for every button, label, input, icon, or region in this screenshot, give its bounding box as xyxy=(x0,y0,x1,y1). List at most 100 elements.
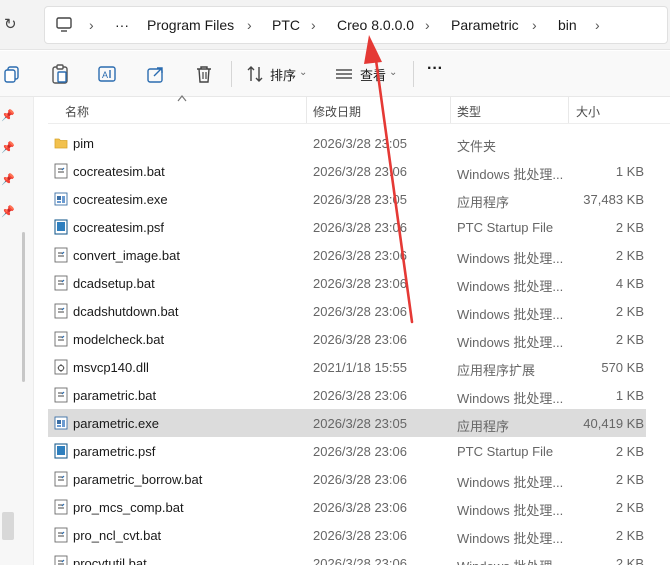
column-header: 名称 修改日期 类型 大小 xyxy=(48,95,670,124)
chevron-right-icon[interactable]: › xyxy=(311,7,316,43)
share-icon[interactable] xyxy=(145,63,167,85)
file-row[interactable]: procvtutil.bat 2026/3/28 23:06 Windows 批处理… xyxy=(48,549,646,565)
pin-icon[interactable]: 📌 xyxy=(1,141,15,154)
file-type: 文件夹 xyxy=(457,139,497,154)
column-divider[interactable] xyxy=(306,97,307,123)
column-size[interactable]: 大小 xyxy=(576,103,600,120)
file-size: 4 KB xyxy=(615,276,644,291)
bat-file-icon xyxy=(54,303,68,319)
file-type: Windows 批处理... xyxy=(457,335,564,350)
file-row[interactable]: dcadshutdown.bat 2026/3/28 23:06 Windows 批… xyxy=(48,297,646,325)
breadcrumb-program-files[interactable]: Program Files xyxy=(147,7,234,43)
file-list: pim 2026/3/28 23:05 文件夹 cocreatesim.bat 2026… xyxy=(48,129,646,565)
file-name: modelcheck.bat xyxy=(73,332,165,347)
nav-scroll-thumb[interactable] xyxy=(2,512,14,540)
file-type: 应用程序 xyxy=(457,195,510,210)
file-size: 40,419 KB xyxy=(583,416,644,431)
column-date[interactable]: 修改日期 xyxy=(313,103,361,120)
file-size: 570 KB xyxy=(601,360,644,375)
column-divider[interactable] xyxy=(568,97,569,123)
file-name: procvtutil.bat xyxy=(73,556,147,565)
computer-icon[interactable] xyxy=(55,16,73,34)
file-row[interactable]: modelcheck.bat 2026/3/28 23:06 Windows 批处理… xyxy=(48,325,646,353)
file-name: pim xyxy=(73,136,94,151)
file-row[interactable]: parametric.psf 2026/3/28 23:06 PTC Startup… xyxy=(48,437,646,465)
bat-file-icon xyxy=(54,527,68,543)
file-row[interactable]: pro_mcs_comp.bat 2026/3/28 23:06 Windows 批… xyxy=(48,493,646,521)
file-row[interactable]: convert_image.bat 2026/3/28 23:06 Windows … xyxy=(48,241,646,269)
paste-icon[interactable] xyxy=(49,63,71,85)
file-name: convert_image.bat xyxy=(73,248,180,263)
file-size: 2 KB xyxy=(615,304,644,319)
command-bar: A 排序 ⌄ 查看 ⌄ ··· xyxy=(0,51,670,97)
more-options-button[interactable]: ··· xyxy=(427,60,443,78)
file-type: Windows 批处理... xyxy=(457,167,564,182)
column-name[interactable]: 名称 xyxy=(65,103,89,120)
chevron-down-icon[interactable]: ⌄ xyxy=(299,67,307,78)
view-button[interactable]: 查看 xyxy=(360,65,386,84)
sort-button[interactable]: 排序 xyxy=(270,65,296,84)
file-date: 2026/3/28 23:06 xyxy=(313,472,407,487)
file-name: cocreatesim.psf xyxy=(73,220,165,235)
chevron-right-icon[interactable]: › xyxy=(247,7,252,43)
breadcrumb-creo[interactable]: Creo 8.0.0.0 xyxy=(337,7,414,43)
file-date: 2026/3/28 23:05 xyxy=(313,136,407,151)
chevron-right-icon[interactable]: › xyxy=(425,7,430,43)
file-name: parametric.exe xyxy=(73,416,159,431)
column-divider[interactable] xyxy=(450,97,451,123)
file-row[interactable]: msvcp140.dll 2021/1/18 15:55 应用程序扩展 570 KB xyxy=(48,353,646,381)
file-size: 2 KB xyxy=(615,556,644,565)
file-row[interactable]: parametric.bat 2026/3/28 23:06 Windows 批处理… xyxy=(48,381,646,409)
chevron-down-icon[interactable]: ⌄ xyxy=(389,67,397,78)
file-name: dcadsetup.bat xyxy=(73,276,155,291)
file-type: Windows 批处理... xyxy=(457,251,564,266)
file-type: 应用程序扩展 xyxy=(457,363,536,378)
file-size: 2 KB xyxy=(615,220,644,235)
copy-icon[interactable] xyxy=(2,63,24,85)
file-date: 2026/3/28 23:06 xyxy=(313,556,407,565)
chevron-right-icon[interactable]: › xyxy=(532,7,537,43)
bat-file-icon xyxy=(54,499,68,515)
breadcrumb-ptc[interactable]: PTC xyxy=(272,7,300,43)
file-name: parametric.psf xyxy=(73,444,156,459)
address-bar[interactable]: › ··· Program Files › PTC › Creo 8.0.0.0… xyxy=(44,6,668,44)
breadcrumb-more[interactable]: ··· xyxy=(115,7,129,43)
rename-icon[interactable]: A xyxy=(96,63,118,85)
file-row[interactable]: dcadsetup.bat 2026/3/28 23:06 Windows 批处理.… xyxy=(48,269,646,297)
pin-icon[interactable]: 📌 xyxy=(1,173,15,186)
file-size: 37,483 KB xyxy=(583,192,644,207)
file-row[interactable]: pro_ncl_cvt.bat 2026/3/28 23:06 Windows 批处… xyxy=(48,521,646,549)
file-size: 2 KB xyxy=(615,472,644,487)
file-type: PTC Startup File xyxy=(457,444,554,459)
delete-icon[interactable] xyxy=(193,63,215,85)
refresh-icon[interactable]: ↻ xyxy=(4,16,20,34)
sort-icon[interactable] xyxy=(244,63,266,85)
file-name: parametric_borrow.bat xyxy=(73,472,203,487)
exe-file-icon xyxy=(54,191,68,207)
file-date: 2026/3/28 23:06 xyxy=(313,248,407,263)
file-size: 1 KB xyxy=(615,164,644,179)
svg-text:A: A xyxy=(102,70,108,80)
view-icon[interactable] xyxy=(333,63,355,85)
breadcrumb-parametric[interactable]: Parametric xyxy=(451,7,519,43)
file-row[interactable]: cocreatesim.psf 2026/3/28 23:06 PTC Startu… xyxy=(48,213,646,241)
folder-icon xyxy=(54,135,68,151)
pin-icon[interactable]: 📌 xyxy=(1,205,15,218)
chevron-right-icon[interactable]: › xyxy=(89,7,94,43)
chevron-right-icon[interactable]: › xyxy=(595,7,600,43)
file-row[interactable]: cocreatesim.bat 2026/3/28 23:06 Windows 批处… xyxy=(48,157,646,185)
file-row[interactable]: pim 2026/3/28 23:05 文件夹 xyxy=(48,129,646,157)
toolbar-divider xyxy=(413,61,414,87)
file-row[interactable]: parametric_borrow.bat 2026/3/28 23:06 Wind… xyxy=(48,465,646,493)
column-type[interactable]: 类型 xyxy=(457,103,481,120)
file-row[interactable]: parametric.exe 2026/3/28 23:05 应用程序 40,419 … xyxy=(48,409,646,437)
file-date: 2026/3/28 23:06 xyxy=(313,332,407,347)
file-type: Windows 批处理... xyxy=(457,556,563,565)
nav-scrollbar[interactable] xyxy=(22,232,25,382)
breadcrumb-bin[interactable]: bin xyxy=(558,7,577,43)
file-date: 2026/3/28 23:06 xyxy=(313,528,407,543)
file-date: 2026/3/28 23:05 xyxy=(313,416,407,431)
file-type: PTC Startup File xyxy=(457,220,554,235)
file-row[interactable]: cocreatesim.exe 2026/3/28 23:05 应用程序 37,483… xyxy=(48,185,646,213)
pin-icon[interactable]: 📌 xyxy=(1,109,15,122)
